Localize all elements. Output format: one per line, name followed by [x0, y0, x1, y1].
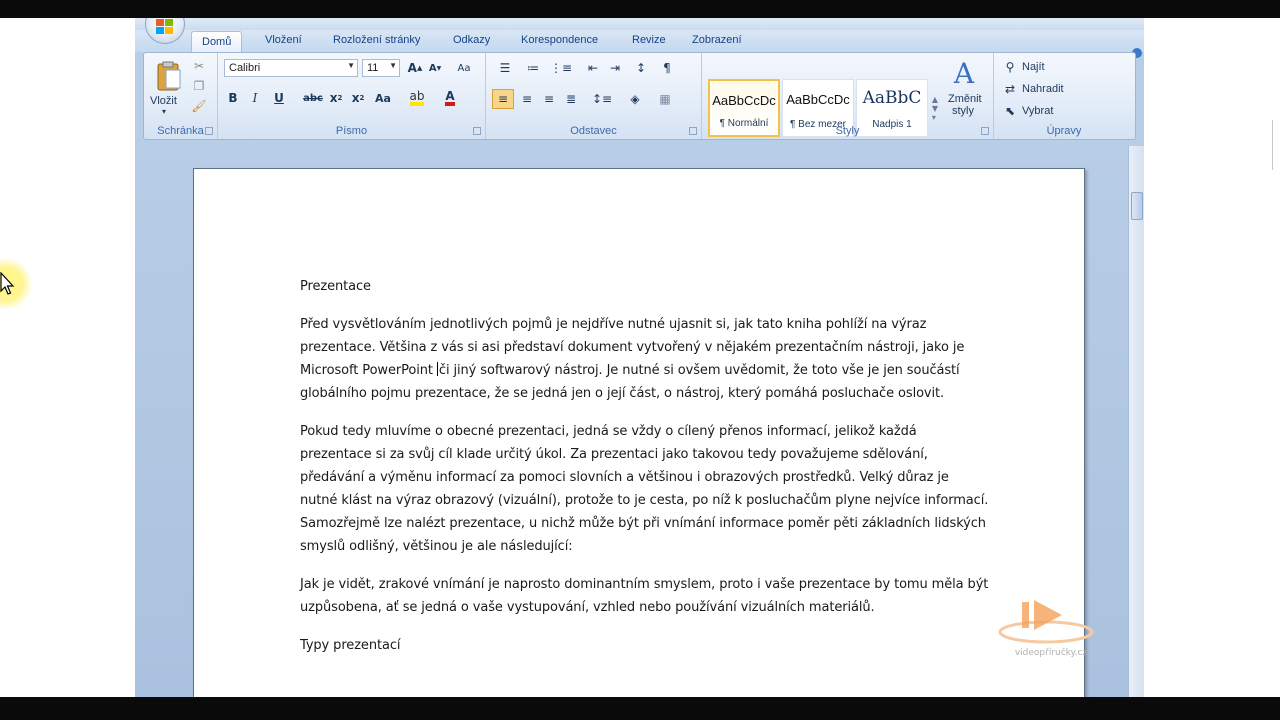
bullets-icon[interactable]: ☰	[494, 59, 516, 77]
decrease-indent-icon[interactable]: ⇤	[584, 59, 602, 77]
right-blank-area	[1144, 18, 1280, 697]
watermark-logo: videopříručky.cz	[996, 596, 1106, 666]
change-styles-button-line2[interactable]: styly	[952, 105, 974, 117]
change-styles-button[interactable]: Změnit	[948, 93, 982, 105]
shading-icon[interactable]: ◈	[624, 89, 646, 109]
group-label-paragraph: Odstavec	[570, 125, 617, 137]
multilevel-list-icon[interactable]: ⋮≡	[550, 59, 572, 77]
bottom-letterbox	[0, 697, 1280, 720]
style-sample: AaBbCcDc	[786, 92, 850, 107]
paste-chevron-down-icon[interactable]: ▾	[162, 107, 166, 116]
group-styles: AaBbCcDc ¶ Normální AaBbCcDc ¶ Bez mezer…	[702, 53, 994, 139]
align-right-icon[interactable]: ≡	[538, 89, 560, 109]
superscript-icon[interactable]: x2	[350, 89, 366, 107]
tab-references[interactable]: Odkazy	[453, 34, 490, 52]
doc-heading: Prezentace	[300, 279, 371, 294]
font-size-combo[interactable]: 11 ▼	[362, 59, 400, 77]
left-blank-area	[0, 18, 135, 697]
numbering-icon[interactable]: ≔	[522, 59, 544, 77]
line-spacing-icon[interactable]: ↕≡	[590, 89, 614, 109]
highlight-color-icon[interactable]: ab	[406, 89, 428, 107]
text-caret	[436, 362, 438, 376]
document-body[interactable]: Prezentace Před vysvětlováním jednotlivý…	[300, 275, 990, 672]
mouse-pointer-icon	[0, 272, 15, 295]
paste-button[interactable]: Vložit	[150, 95, 177, 107]
font-name-combo[interactable]: Calibri ▼	[224, 59, 358, 77]
change-case-icon[interactable]: Aa	[372, 89, 394, 107]
title-bar	[135, 18, 1144, 30]
replace-icon[interactable]: ⇄	[1002, 81, 1018, 97]
font-name-value: Calibri	[229, 62, 261, 74]
borders-icon[interactable]: ▦	[654, 89, 676, 109]
tab-view[interactable]: Zobrazení	[692, 34, 742, 52]
paste-icon[interactable]	[152, 59, 186, 93]
group-label-styles: Styly	[835, 125, 860, 137]
style-sample: AaBbCcDc	[712, 93, 776, 108]
tab-insert[interactable]: Vložení	[265, 34, 302, 52]
increase-indent-icon[interactable]: ⇥	[606, 59, 624, 77]
group-paragraph: ☰ ≔ ⋮≡ ⇤ ⇥ ↕ ¶ ≡ ≡ ≡ ≣ ↕≡ ◈ ▦ Odstavec	[486, 53, 702, 139]
find-button[interactable]: Najít	[1022, 61, 1045, 73]
word-window: Domů Vložení Rozložení stránky Odkazy Ko…	[135, 18, 1144, 697]
watermark-text: videopříručky.cz	[1014, 648, 1088, 658]
format-painter-icon[interactable]: 🖌	[191, 99, 206, 113]
italic-icon[interactable]: I	[246, 89, 264, 107]
doc-paragraph-1: Před vysvětlováním jednotlivých pojmů je…	[300, 313, 990, 405]
screen: Domů Vložení Rozložení stránky Odkazy Ko…	[0, 0, 1280, 720]
align-left-icon[interactable]: ≡	[492, 89, 514, 109]
dialog-launcher-icon[interactable]	[689, 127, 697, 135]
bold-icon[interactable]: B	[224, 89, 242, 107]
doc-heading-2: Typy prezentací	[300, 638, 401, 653]
font-color-icon[interactable]: A	[440, 89, 460, 107]
tab-review[interactable]: Revize	[632, 34, 666, 52]
group-clipboard: Vložit ▾ ✂ ❐ 🖌 Schránka	[144, 53, 218, 139]
change-styles-icon[interactable]: A	[944, 57, 984, 90]
play-logo-icon	[998, 600, 1094, 644]
dialog-launcher-icon[interactable]	[205, 127, 213, 135]
doc-paragraph-2: Pokud tedy mluvíme o obecné prezentaci, …	[300, 424, 989, 554]
group-font: Calibri ▼ 11 ▼ A ▲ A ▼ Aa B I U abc x2 x2 Aa…	[218, 53, 486, 139]
select-button[interactable]: Vybrat	[1022, 105, 1053, 117]
sort-icon[interactable]: ↕	[632, 59, 650, 77]
grow-font-icon[interactable]: A ▲	[406, 59, 424, 77]
tab-home[interactable]: Domů	[191, 31, 243, 53]
group-label-font: Písmo	[335, 125, 368, 137]
style-sample: AaBbC	[862, 88, 922, 108]
document-page[interactable]: Prezentace Před vysvětlováním jednotlivý…	[193, 168, 1094, 697]
right-edge-divider	[1272, 120, 1280, 170]
align-center-icon[interactable]: ≡	[516, 89, 538, 109]
office-logo-icon	[156, 19, 173, 34]
chevron-down-icon: ▼	[347, 61, 355, 70]
underline-icon[interactable]: U	[270, 89, 288, 107]
tab-page-layout[interactable]: Rozložení stránky	[333, 34, 420, 52]
scrollbar-thumb[interactable]	[1131, 192, 1143, 220]
ribbon-tab-row: Domů Vložení Rozložení stránky Odkazy Ko…	[135, 30, 1144, 58]
clear-formatting-icon[interactable]: Aa	[454, 59, 474, 77]
replace-button[interactable]: Nahradit	[1022, 83, 1064, 95]
font-size-value: 11	[367, 62, 379, 74]
vertical-scrollbar[interactable]	[1128, 146, 1144, 697]
show-formatting-marks-icon[interactable]: ¶	[658, 59, 676, 77]
find-binoculars-icon[interactable]: ⚲	[1002, 59, 1018, 75]
strikethrough-icon[interactable]: abc	[302, 89, 324, 107]
select-cursor-icon[interactable]: ⬉	[1002, 103, 1018, 119]
justify-icon[interactable]: ≣	[560, 89, 582, 109]
group-label-editing: Úpravy	[1046, 125, 1082, 137]
tab-mailings[interactable]: Korespondence	[521, 34, 598, 52]
shrink-font-icon[interactable]: A ▼	[426, 59, 444, 77]
copy-icon[interactable]: ❐	[192, 79, 206, 93]
top-letterbox	[0, 0, 1280, 18]
ribbon: Vložit ▾ ✂ ❐ 🖌 Schránka Calibri ▼ 11 ▼ A ▲ …	[143, 52, 1136, 140]
dialog-launcher-icon[interactable]	[473, 127, 481, 135]
chevron-down-icon: ▼	[389, 61, 397, 70]
subscript-icon[interactable]: x2	[328, 89, 344, 107]
cut-icon[interactable]: ✂	[192, 59, 206, 73]
dialog-launcher-icon[interactable]	[981, 127, 989, 135]
group-editing: ⚲ Najít ⇄ Nahradit ⬉ Vybrat Úpravy	[994, 53, 1134, 139]
doc-paragraph-3: Jak je vidět, zrakové vnímání je naprost…	[300, 577, 989, 615]
